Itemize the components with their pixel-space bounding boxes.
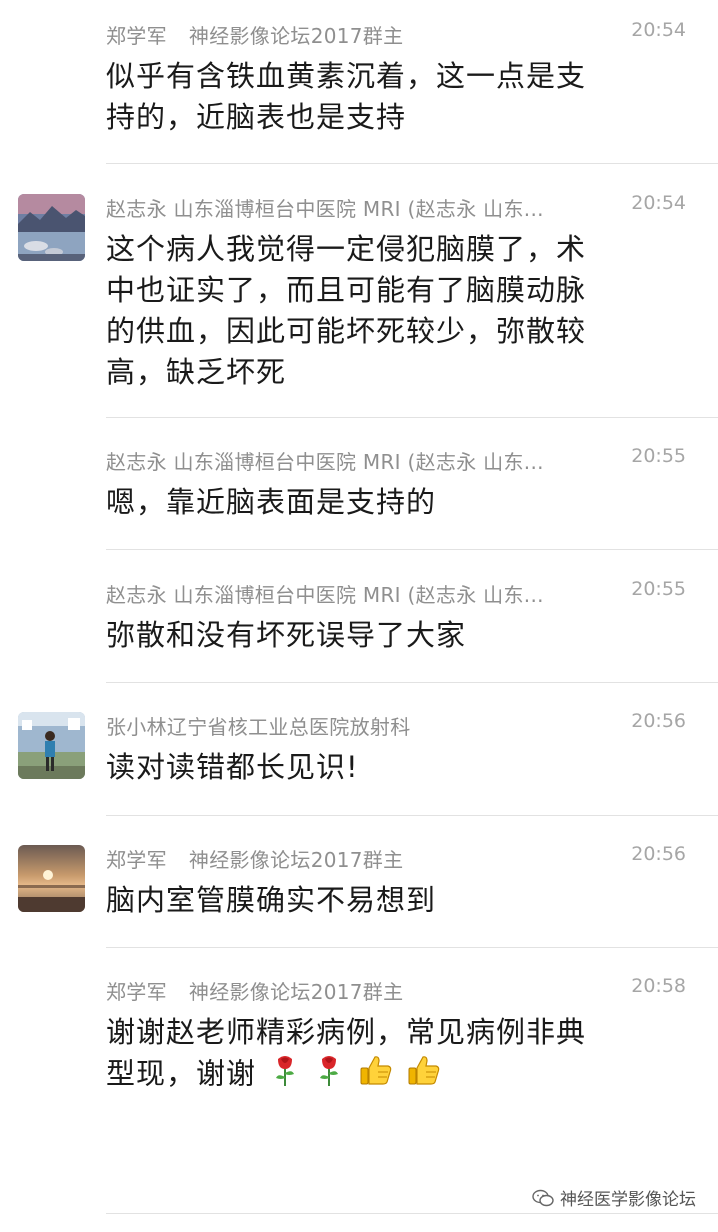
message-time: 20:56 [631, 710, 686, 732]
sender-name[interactable]: 赵志永 山东淄博桓台中医院 MRI (赵志永 山东... [106, 446, 606, 475]
message-text[interactable]: 谢谢赵老师精彩病例，常见病例非典 型现，谢谢 [106, 1012, 646, 1098]
message-line-text: 型现，谢谢 [106, 1056, 257, 1091]
wechat-icon [532, 1189, 554, 1206]
message-line: 谢谢赵老师精彩病例，常见病例非典 [106, 1015, 587, 1049]
message-time: 20:54 [631, 192, 686, 214]
message-line: 读对读错都长见识! [106, 750, 359, 784]
message-time: 20:58 [631, 975, 686, 997]
sender-nickname: 郑学军 [106, 24, 167, 48]
sender-nickname: 郑学军 [106, 848, 167, 872]
avatar[interactable] [18, 194, 85, 261]
divider [106, 1213, 718, 1214]
message-time: 20:55 [631, 578, 686, 600]
sender-name[interactable]: 郑学军 神经影像论坛2017群主 [106, 844, 606, 873]
divider [106, 163, 718, 164]
sender-group-title: 神经影像论坛2017群主 [188, 980, 404, 1004]
thumbs-up-icon [359, 1053, 393, 1098]
watermark: 神经医学影像论坛 [532, 1185, 696, 1210]
message-line: 型现，谢谢 [106, 1053, 646, 1098]
message-line: 的供血，因此可能坏死较少，弥散较 [106, 314, 587, 348]
message-time: 20:55 [631, 445, 686, 467]
avatar[interactable] [18, 845, 85, 912]
message-line: 中也证实了，而且可能有了脑膜动脉 [106, 273, 587, 307]
avatar-mountain-lake-image [18, 194, 85, 261]
message-text[interactable]: 似乎有含铁血黄素沉着，这一点是支 持的，近脑表也是支持 [106, 56, 646, 138]
message-line: 持的，近脑表也是支持 [106, 100, 407, 134]
thumbs-up-icon [407, 1053, 441, 1098]
rose-icon [314, 1053, 344, 1098]
watermark-text: 神经医学影像论坛 [560, 1190, 696, 1210]
sender-name[interactable]: 郑学军 神经影像论坛2017群主 [106, 20, 606, 49]
message-line: 嗯，靠近脑表面是支持的 [106, 485, 437, 519]
sender-group-title: 神经影像论坛2017群主 [188, 24, 404, 48]
message-text[interactable]: 这个病人我觉得一定侵犯脑膜了，术 中也证实了，而且可能有了脑膜动脉 的供血，因此… [106, 229, 646, 393]
sender-name[interactable]: 赵志永 山东淄博桓台中医院 MRI (赵志永 山东... [106, 579, 606, 608]
message-line: 脑内室管膜确实不易想到 [106, 883, 437, 917]
avatar-sunset-image [18, 845, 85, 912]
message-text[interactable]: 嗯，靠近脑表面是支持的 [106, 482, 646, 523]
message-text[interactable]: 弥散和没有坏死误导了大家 [106, 615, 646, 656]
sender-nickname: 郑学军 [106, 980, 167, 1004]
message-time: 20:56 [631, 843, 686, 865]
divider [106, 947, 718, 948]
message-line: 似乎有含铁血黄素沉着，这一点是支 [106, 59, 587, 93]
sender-name[interactable]: 张小林辽宁省核工业总医院放射科 [106, 711, 606, 740]
avatar-person-outdoor-image [18, 712, 85, 779]
message-text[interactable]: 脑内室管膜确实不易想到 [106, 880, 646, 921]
message-line: 这个病人我觉得一定侵犯脑膜了，术 [106, 232, 587, 266]
avatar[interactable] [18, 712, 85, 779]
sender-group-title: 神经影像论坛2017群主 [188, 848, 404, 872]
sender-name[interactable]: 郑学军 神经影像论坛2017群主 [106, 976, 606, 1005]
divider [106, 417, 718, 418]
message-line: 弥散和没有坏死误导了大家 [106, 618, 467, 652]
message-line: 高，缺乏坏死 [106, 355, 287, 389]
message-time: 20:54 [631, 19, 686, 41]
divider [106, 815, 718, 816]
message-text[interactable]: 读对读错都长见识! [106, 747, 646, 788]
sender-name[interactable]: 赵志永 山东淄博桓台中医院 MRI (赵志永 山东... [106, 193, 606, 222]
divider [106, 549, 718, 550]
divider [106, 682, 718, 683]
rose-icon [270, 1053, 300, 1098]
